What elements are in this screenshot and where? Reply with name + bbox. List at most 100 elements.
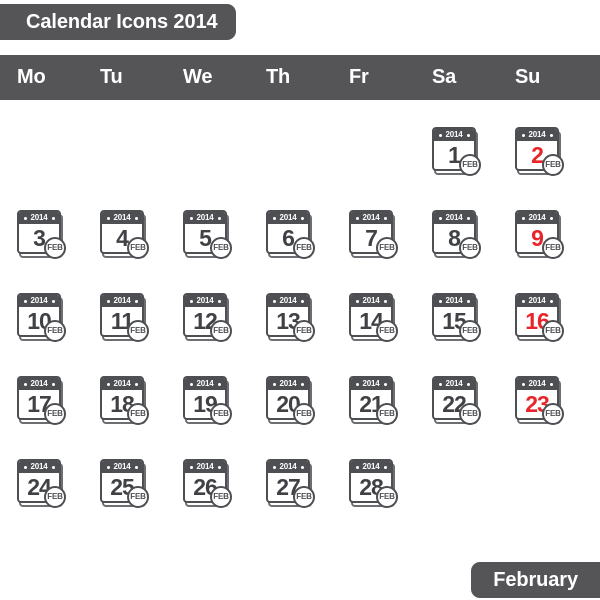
- month-badge: FEB: [376, 320, 398, 342]
- month-badge: FEB: [376, 403, 398, 425]
- calendar-day-cell[interactable]: 2014 18 FEB: [83, 369, 166, 452]
- calendar-day-cell[interactable]: 2014 14 FEB: [332, 286, 415, 369]
- calendar-day-cell[interactable]: 2014 24 FEB: [0, 452, 83, 535]
- calendar-day-cell[interactable]: 2014 11 FEB: [83, 286, 166, 369]
- calendar-day-cell[interactable]: 2014 6 FEB: [249, 203, 332, 286]
- calendar-day-cell[interactable]: 2014 27 FEB: [249, 452, 332, 535]
- calendar-day-icon[interactable]: 2014 26 FEB: [183, 459, 232, 508]
- binder-dot-icon: [217, 382, 221, 386]
- month-badge-label: FEB: [462, 409, 478, 418]
- month-badge-label: FEB: [379, 326, 395, 335]
- calendar-icon-header: 2014: [102, 212, 142, 224]
- calendar-day-cell[interactable]: 2014 17 FEB: [0, 369, 83, 452]
- calendar-day-icon[interactable]: 2014 1 FEB: [432, 127, 481, 176]
- calendar-day-icon[interactable]: 2014 15 FEB: [432, 293, 481, 342]
- calendar-cell-empty: [415, 452, 498, 535]
- calendar-day-cell[interactable]: 2014 16 FEB: [498, 286, 581, 369]
- calendar-day-cell[interactable]: 2014 13 FEB: [249, 286, 332, 369]
- calendar-day-cell[interactable]: 2014 25 FEB: [83, 452, 166, 535]
- calendar-day-icon[interactable]: 2014 3 FEB: [17, 210, 66, 259]
- calendar-day-cell[interactable]: 2014 28 FEB: [332, 452, 415, 535]
- calendar-day-icon[interactable]: 2014 23 FEB: [515, 376, 564, 425]
- calendar-day-cell[interactable]: 2014 21 FEB: [332, 369, 415, 452]
- calendar-day-cell[interactable]: 2014 5 FEB: [166, 203, 249, 286]
- month-badge-label: FEB: [47, 326, 63, 335]
- calendar-day-icon[interactable]: 2014 10 FEB: [17, 293, 66, 342]
- calendar-icon-header: 2014: [517, 212, 557, 224]
- calendar-grid: 2014 1 FEB 2014 2 FEB 2014 3 FEB 2014 4 FEB 2014 5 FEB…: [0, 120, 600, 540]
- calendar-day-icon[interactable]: 2014 27 FEB: [266, 459, 315, 508]
- calendar-day-cell[interactable]: 2014 22 FEB: [415, 369, 498, 452]
- calendar-day-cell[interactable]: 2014 23 FEB: [498, 369, 581, 452]
- binder-dot-icon: [549, 216, 553, 220]
- calendar-day-cell[interactable]: 2014 4 FEB: [83, 203, 166, 286]
- calendar-cell-empty: [166, 120, 249, 203]
- month-badge: FEB: [293, 237, 315, 259]
- month-badge: FEB: [293, 403, 315, 425]
- calendar-day-icon[interactable]: 2014 12 FEB: [183, 293, 232, 342]
- calendar-day-icon[interactable]: 2014 8 FEB: [432, 210, 481, 259]
- calendar-day-icon[interactable]: 2014 11 FEB: [100, 293, 149, 342]
- calendar-day-icon[interactable]: 2014 4 FEB: [100, 210, 149, 259]
- calendar-day-cell[interactable]: 2014 10 FEB: [0, 286, 83, 369]
- calendar-day-cell[interactable]: 2014 2 FEB: [498, 120, 581, 203]
- calendar-icon-header: 2014: [434, 129, 474, 141]
- calendar-year-label: 2014: [528, 296, 546, 305]
- calendar-day-icon[interactable]: 2014 7 FEB: [349, 210, 398, 259]
- calendar-day-icon[interactable]: 2014 2 FEB: [515, 127, 564, 176]
- calendar-icon-header: 2014: [434, 378, 474, 390]
- binder-dot-icon: [189, 382, 193, 386]
- month-badge-label: FEB: [462, 326, 478, 335]
- calendar-day-icon[interactable]: 2014 18 FEB: [100, 376, 149, 425]
- calendar-day-icon[interactable]: 2014 16 FEB: [515, 293, 564, 342]
- calendar-day-cell[interactable]: 2014 8 FEB: [415, 203, 498, 286]
- calendar-day-icon[interactable]: 2014 17 FEB: [17, 376, 66, 425]
- calendar-day-cell[interactable]: 2014 9 FEB: [498, 203, 581, 286]
- weekday-label: Mo: [17, 66, 46, 88]
- month-badge-label: FEB: [47, 243, 63, 252]
- binder-dot-icon: [106, 216, 110, 220]
- calendar-day-icon[interactable]: 2014 19 FEB: [183, 376, 232, 425]
- calendar-year-label: 2014: [362, 296, 380, 305]
- calendar-day-cell[interactable]: 2014 7 FEB: [332, 203, 415, 286]
- calendar-day-cell[interactable]: 2014 12 FEB: [166, 286, 249, 369]
- month-badge: FEB: [44, 403, 66, 425]
- calendar-day-icon[interactable]: 2014 25 FEB: [100, 459, 149, 508]
- calendar-year-label: 2014: [196, 379, 214, 388]
- calendar-day-icon[interactable]: 2014 21 FEB: [349, 376, 398, 425]
- calendar-day-icon[interactable]: 2014 22 FEB: [432, 376, 481, 425]
- calendar-year-label: 2014: [445, 296, 463, 305]
- calendar-week-row: 2014 1 FEB 2014 2 FEB: [0, 120, 600, 203]
- calendar-year-label: 2014: [30, 296, 48, 305]
- calendar-day-icon[interactable]: 2014 13 FEB: [266, 293, 315, 342]
- binder-dot-icon: [466, 382, 470, 386]
- calendar-day-cell[interactable]: 2014 26 FEB: [166, 452, 249, 535]
- month-badge: FEB: [459, 237, 481, 259]
- calendar-day-icon[interactable]: 2014 5 FEB: [183, 210, 232, 259]
- calendar-day-icon[interactable]: 2014 9 FEB: [515, 210, 564, 259]
- month-badge: FEB: [44, 237, 66, 259]
- month-badge: FEB: [44, 320, 66, 342]
- month-badge-label: FEB: [130, 243, 146, 252]
- binder-dot-icon: [438, 299, 442, 303]
- calendar-day-icon[interactable]: 2014 20 FEB: [266, 376, 315, 425]
- calendar-year-label: 2014: [196, 462, 214, 471]
- calendar-day-cell[interactable]: 2014 15 FEB: [415, 286, 498, 369]
- binder-dot-icon: [134, 382, 138, 386]
- month-badge-label: FEB: [545, 243, 561, 252]
- calendar-day-icon[interactable]: 2014 14 FEB: [349, 293, 398, 342]
- binder-dot-icon: [300, 465, 304, 469]
- binder-dot-icon: [549, 299, 553, 303]
- page-title: Calendar Icons 2014: [26, 10, 218, 33]
- calendar-icon-header: 2014: [434, 212, 474, 224]
- binder-dot-icon: [272, 465, 276, 469]
- calendar-day-cell[interactable]: 2014 20 FEB: [249, 369, 332, 452]
- calendar-day-icon[interactable]: 2014 6 FEB: [266, 210, 315, 259]
- weekday-label: Fr: [349, 66, 369, 88]
- calendar-day-cell[interactable]: 2014 1 FEB: [415, 120, 498, 203]
- calendar-day-icon[interactable]: 2014 24 FEB: [17, 459, 66, 508]
- calendar-year-label: 2014: [528, 379, 546, 388]
- calendar-day-cell[interactable]: 2014 3 FEB: [0, 203, 83, 286]
- calendar-day-icon[interactable]: 2014 28 FEB: [349, 459, 398, 508]
- calendar-day-cell[interactable]: 2014 19 FEB: [166, 369, 249, 452]
